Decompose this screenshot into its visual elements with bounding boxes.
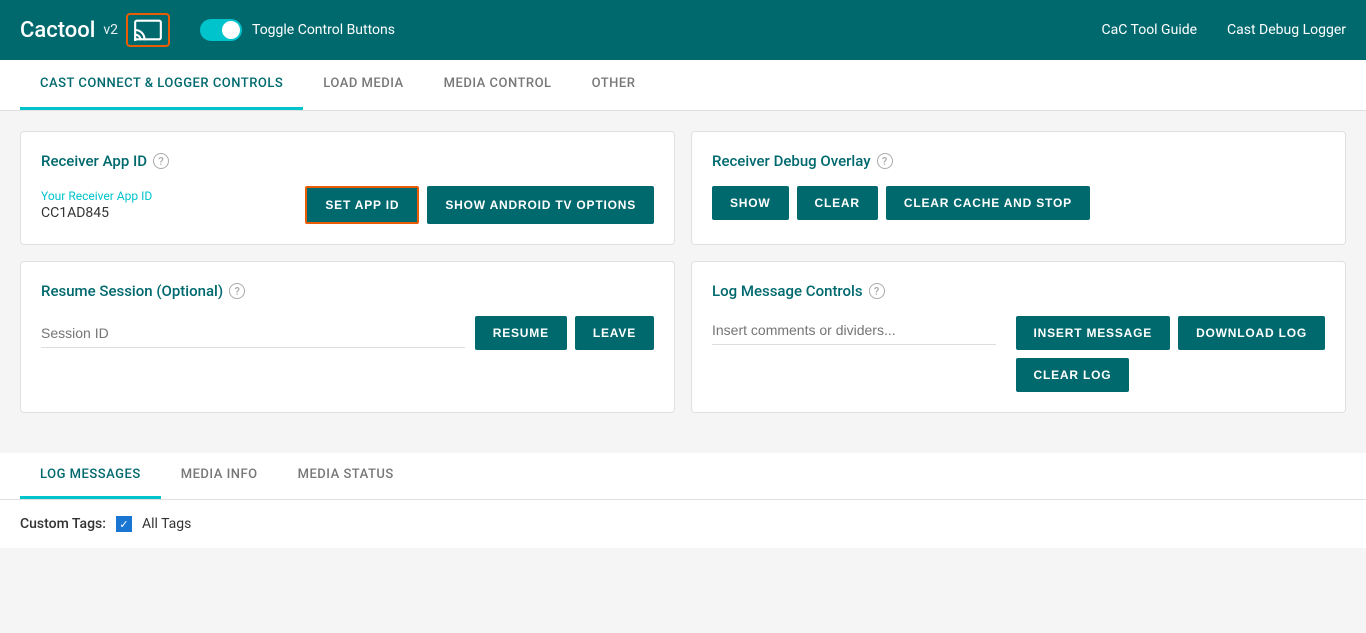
toggle-control-buttons[interactable] bbox=[200, 19, 242, 41]
receiver-debug-overlay-help-icon[interactable]: ? bbox=[877, 153, 893, 169]
receiver-debug-overlay-body: SHOW CLEAR CLEAR CACHE AND STOP bbox=[712, 186, 1325, 220]
app-header: Cactool v2 Toggle Control Buttons CaC To… bbox=[0, 0, 1366, 60]
tab-other[interactable]: OTHER bbox=[572, 60, 656, 110]
receiver-app-id-input-label: Your Receiver App ID bbox=[41, 189, 295, 203]
main-content: Receiver App ID ? Your Receiver App ID C… bbox=[0, 111, 1366, 449]
show-android-tv-options-button[interactable]: SHOW ANDROID TV OPTIONS bbox=[427, 186, 654, 224]
resume-session-body: RESUME LEAVE bbox=[41, 316, 654, 350]
cast-icon bbox=[134, 19, 162, 41]
receiver-debug-overlay-card: Receiver Debug Overlay ? SHOW CLEAR CLEA… bbox=[691, 131, 1346, 245]
toggle-area: Toggle Control Buttons bbox=[200, 19, 395, 41]
receiver-app-id-buttons: SET APP ID SHOW ANDROID TV OPTIONS bbox=[305, 186, 654, 224]
log-top-buttons: INSERT MESSAGE DOWNLOAD LOG bbox=[1016, 316, 1325, 350]
header-nav: CaC Tool Guide Cast Debug Logger bbox=[1102, 22, 1347, 38]
receiver-app-id-body: Your Receiver App ID CC1AD845 SET APP ID… bbox=[41, 186, 654, 224]
resume-button[interactable]: RESUME bbox=[475, 316, 567, 350]
tab-media-control[interactable]: MEDIA CONTROL bbox=[424, 60, 572, 110]
log-comment-input[interactable] bbox=[712, 316, 996, 345]
log-message-controls-body: INSERT MESSAGE DOWNLOAD LOG CLEAR LOG bbox=[712, 316, 1325, 392]
cast-icon-box[interactable] bbox=[126, 13, 170, 47]
resume-session-card: Resume Session (Optional) ? RESUME LEAVE bbox=[20, 261, 675, 413]
receiver-app-id-value: CC1AD845 bbox=[41, 205, 295, 221]
download-log-button[interactable]: DOWNLOAD LOG bbox=[1178, 316, 1325, 350]
log-message-controls-help-icon[interactable]: ? bbox=[869, 283, 885, 299]
app-version: v2 bbox=[103, 22, 118, 38]
tab-load-media[interactable]: LOAD MEDIA bbox=[303, 60, 423, 110]
cac-tool-guide-link[interactable]: CaC Tool Guide bbox=[1102, 22, 1198, 38]
session-id-input-group bbox=[41, 319, 465, 348]
log-bottom-buttons: CLEAR LOG bbox=[1016, 358, 1325, 392]
top-tabs-bar: CAST CONNECT & LOGGER CONTROLS LOAD MEDI… bbox=[0, 60, 1366, 111]
set-app-id-button[interactable]: SET APP ID bbox=[305, 186, 419, 224]
custom-tags-area: Custom Tags: All Tags bbox=[0, 500, 1366, 548]
tab-log-messages[interactable]: LOG MESSAGES bbox=[20, 453, 161, 499]
all-tags-checkbox[interactable] bbox=[116, 516, 132, 532]
leave-button[interactable]: LEAVE bbox=[575, 316, 654, 350]
session-id-input[interactable] bbox=[41, 319, 465, 348]
cast-debug-logger-link[interactable]: Cast Debug Logger bbox=[1227, 22, 1346, 38]
all-tags-label: All Tags bbox=[142, 516, 191, 532]
show-overlay-button[interactable]: SHOW bbox=[712, 186, 789, 220]
toggle-label: Toggle Control Buttons bbox=[252, 22, 395, 38]
app-title: Cactool bbox=[20, 18, 95, 43]
cards-row-2: Resume Session (Optional) ? RESUME LEAVE… bbox=[20, 261, 1346, 413]
insert-message-button[interactable]: INSERT MESSAGE bbox=[1016, 316, 1171, 350]
log-message-controls-title: Log Message Controls ? bbox=[712, 282, 1325, 300]
logo-area: Cactool v2 bbox=[20, 13, 170, 47]
receiver-debug-overlay-buttons: SHOW CLEAR CLEAR CACHE AND STOP bbox=[712, 186, 1090, 220]
receiver-app-id-input-group: Your Receiver App ID CC1AD845 bbox=[41, 189, 295, 221]
clear-log-button[interactable]: CLEAR LOG bbox=[1016, 358, 1130, 392]
tab-media-info[interactable]: MEDIA INFO bbox=[161, 453, 278, 499]
bottom-tabs-bar: LOG MESSAGES MEDIA INFO MEDIA STATUS bbox=[0, 453, 1366, 500]
resume-session-buttons: RESUME LEAVE bbox=[475, 316, 654, 350]
tab-media-status[interactable]: MEDIA STATUS bbox=[278, 453, 414, 499]
clear-cache-and-stop-button[interactable]: CLEAR CACHE AND STOP bbox=[886, 186, 1090, 220]
cards-row-1: Receiver App ID ? Your Receiver App ID C… bbox=[20, 131, 1346, 245]
custom-tags-label: Custom Tags: bbox=[20, 516, 106, 532]
resume-session-title: Resume Session (Optional) ? bbox=[41, 282, 654, 300]
resume-session-help-icon[interactable]: ? bbox=[229, 283, 245, 299]
receiver-app-id-help-icon[interactable]: ? bbox=[153, 153, 169, 169]
receiver-app-id-card: Receiver App ID ? Your Receiver App ID C… bbox=[20, 131, 675, 245]
clear-overlay-button[interactable]: CLEAR bbox=[797, 186, 878, 220]
log-message-controls-card: Log Message Controls ? INSERT MESSAGE DO… bbox=[691, 261, 1346, 413]
receiver-debug-overlay-title: Receiver Debug Overlay ? bbox=[712, 152, 1325, 170]
tab-cast-connect[interactable]: CAST CONNECT & LOGGER CONTROLS bbox=[20, 60, 303, 110]
receiver-app-id-title: Receiver App ID ? bbox=[41, 152, 654, 170]
